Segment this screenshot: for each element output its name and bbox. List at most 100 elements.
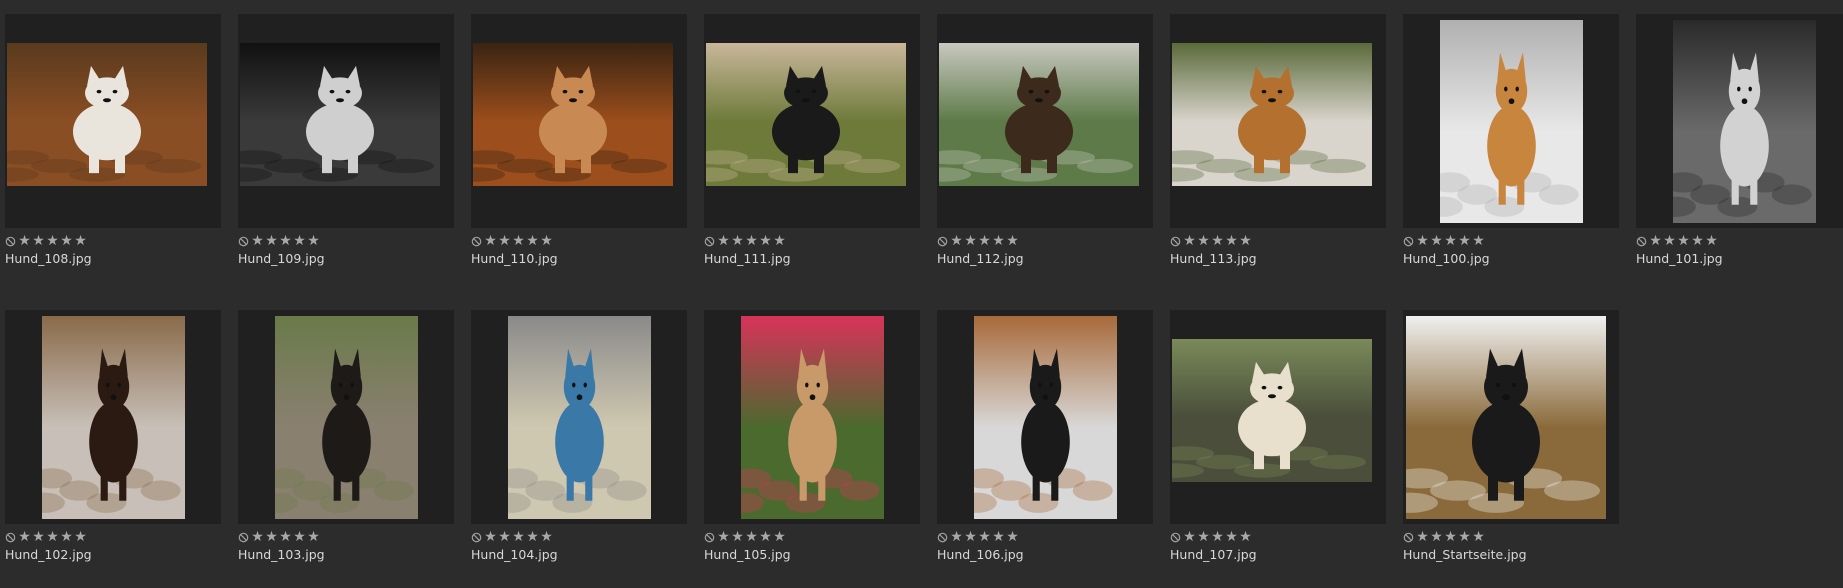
dog-photo[interactable] (741, 316, 884, 519)
star-icon[interactable]: ★ (74, 234, 87, 248)
reject-icon[interactable] (937, 532, 948, 543)
star-icon[interactable]: ★ (1183, 530, 1196, 544)
star-rating[interactable]: ★ ★ ★ ★ ★ (484, 530, 553, 544)
star-icon[interactable]: ★ (1006, 530, 1019, 544)
star-rating[interactable]: ★ ★ ★ ★ ★ (1416, 530, 1485, 544)
star-rating[interactable]: ★ ★ ★ ★ ★ (1183, 530, 1252, 544)
star-icon[interactable]: ★ (731, 530, 744, 544)
star-icon[interactable]: ★ (46, 234, 59, 248)
reject-icon[interactable] (238, 532, 249, 543)
reject-icon[interactable] (704, 236, 715, 247)
star-icon[interactable]: ★ (74, 530, 87, 544)
star-icon[interactable]: ★ (279, 234, 292, 248)
star-icon[interactable]: ★ (950, 530, 963, 544)
star-icon[interactable]: ★ (1416, 234, 1429, 248)
star-icon[interactable]: ★ (1444, 234, 1457, 248)
reject-icon[interactable] (1403, 236, 1414, 247)
reject-icon[interactable] (1636, 236, 1647, 247)
star-icon[interactable]: ★ (498, 530, 511, 544)
dog-photo[interactable] (1440, 20, 1583, 223)
star-icon[interactable]: ★ (1430, 234, 1443, 248)
star-icon[interactable]: ★ (293, 530, 306, 544)
star-icon[interactable]: ★ (307, 234, 320, 248)
dog-photo[interactable] (473, 43, 673, 186)
star-icon[interactable]: ★ (773, 530, 786, 544)
star-icon[interactable]: ★ (265, 530, 278, 544)
star-rating[interactable]: ★ ★ ★ ★ ★ (717, 530, 786, 544)
star-icon[interactable]: ★ (759, 530, 772, 544)
star-icon[interactable]: ★ (526, 530, 539, 544)
star-icon[interactable]: ★ (526, 234, 539, 248)
reject-icon[interactable] (5, 532, 16, 543)
star-icon[interactable]: ★ (251, 234, 264, 248)
star-icon[interactable]: ★ (1211, 530, 1224, 544)
star-icon[interactable]: ★ (950, 234, 963, 248)
dog-photo[interactable] (240, 43, 440, 186)
star-icon[interactable]: ★ (1691, 234, 1704, 248)
star-icon[interactable]: ★ (293, 234, 306, 248)
star-icon[interactable]: ★ (307, 530, 320, 544)
thumbnail-cell[interactable]: ★ ★ ★ ★ ★ Hund_107.jpg (1165, 296, 1398, 573)
star-icon[interactable]: ★ (745, 530, 758, 544)
thumbnail-cell[interactable]: ★ ★ ★ ★ ★ Hund_113.jpg (1165, 0, 1398, 277)
star-rating[interactable]: ★ ★ ★ ★ ★ (251, 530, 320, 544)
star-icon[interactable]: ★ (745, 234, 758, 248)
star-rating[interactable]: ★ ★ ★ ★ ★ (1416, 234, 1485, 248)
star-icon[interactable]: ★ (60, 234, 73, 248)
star-icon[interactable]: ★ (1239, 530, 1252, 544)
reject-icon[interactable] (1170, 236, 1181, 247)
star-rating[interactable]: ★ ★ ★ ★ ★ (1183, 234, 1252, 248)
star-icon[interactable]: ★ (60, 530, 73, 544)
star-icon[interactable]: ★ (992, 530, 1005, 544)
star-icon[interactable]: ★ (759, 234, 772, 248)
star-icon[interactable]: ★ (484, 234, 497, 248)
star-rating[interactable]: ★ ★ ★ ★ ★ (18, 530, 87, 544)
thumbnail-cell[interactable]: ★ ★ ★ ★ ★ Hund_Startseite.jpg (1398, 296, 1631, 573)
star-icon[interactable]: ★ (1663, 234, 1676, 248)
star-icon[interactable]: ★ (964, 234, 977, 248)
star-icon[interactable]: ★ (1197, 530, 1210, 544)
thumbnail-cell[interactable]: ★ ★ ★ ★ ★ Hund_102.jpg (0, 296, 233, 573)
star-rating[interactable]: ★ ★ ★ ★ ★ (717, 234, 786, 248)
star-rating[interactable]: ★ ★ ★ ★ ★ (950, 530, 1019, 544)
dog-photo[interactable] (974, 316, 1117, 519)
star-icon[interactable]: ★ (265, 234, 278, 248)
star-icon[interactable]: ★ (46, 530, 59, 544)
dog-photo[interactable] (7, 43, 207, 186)
reject-icon[interactable] (5, 236, 16, 247)
thumbnail-cell[interactable]: ★ ★ ★ ★ ★ Hund_112.jpg (932, 0, 1165, 277)
reject-icon[interactable] (937, 236, 948, 247)
star-icon[interactable]: ★ (1677, 234, 1690, 248)
star-icon[interactable]: ★ (540, 530, 553, 544)
star-icon[interactable]: ★ (484, 530, 497, 544)
star-icon[interactable]: ★ (1705, 234, 1718, 248)
reject-icon[interactable] (1403, 532, 1414, 543)
thumbnail-cell[interactable]: ★ ★ ★ ★ ★ Hund_100.jpg (1398, 0, 1631, 277)
star-icon[interactable]: ★ (18, 530, 31, 544)
star-icon[interactable]: ★ (1239, 234, 1252, 248)
dog-photo[interactable] (508, 316, 651, 519)
star-icon[interactable]: ★ (1225, 234, 1238, 248)
dog-photo[interactable] (42, 316, 185, 519)
star-icon[interactable]: ★ (992, 234, 1005, 248)
dog-photo[interactable] (1172, 339, 1372, 482)
star-rating[interactable]: ★ ★ ★ ★ ★ (484, 234, 553, 248)
star-icon[interactable]: ★ (1458, 530, 1471, 544)
star-icon[interactable]: ★ (978, 234, 991, 248)
thumbnail-cell[interactable]: ★ ★ ★ ★ ★ Hund_104.jpg (466, 296, 699, 573)
star-rating[interactable]: ★ ★ ★ ★ ★ (18, 234, 87, 248)
thumbnail-cell[interactable]: ★ ★ ★ ★ ★ Hund_103.jpg (233, 296, 466, 573)
star-rating[interactable]: ★ ★ ★ ★ ★ (1649, 234, 1718, 248)
reject-icon[interactable] (471, 236, 482, 247)
thumbnail-cell[interactable]: ★ ★ ★ ★ ★ Hund_110.jpg (466, 0, 699, 277)
thumbnail-cell[interactable]: ★ ★ ★ ★ ★ Hund_101.jpg (1631, 0, 1843, 277)
thumbnail-cell[interactable]: ★ ★ ★ ★ ★ Hund_108.jpg (0, 0, 233, 277)
star-icon[interactable]: ★ (1197, 234, 1210, 248)
dog-photo[interactable] (939, 43, 1139, 186)
dog-photo[interactable] (1673, 20, 1816, 223)
star-icon[interactable]: ★ (512, 234, 525, 248)
star-icon[interactable]: ★ (1472, 234, 1485, 248)
star-icon[interactable]: ★ (1649, 234, 1662, 248)
star-icon[interactable]: ★ (731, 234, 744, 248)
reject-icon[interactable] (704, 532, 715, 543)
